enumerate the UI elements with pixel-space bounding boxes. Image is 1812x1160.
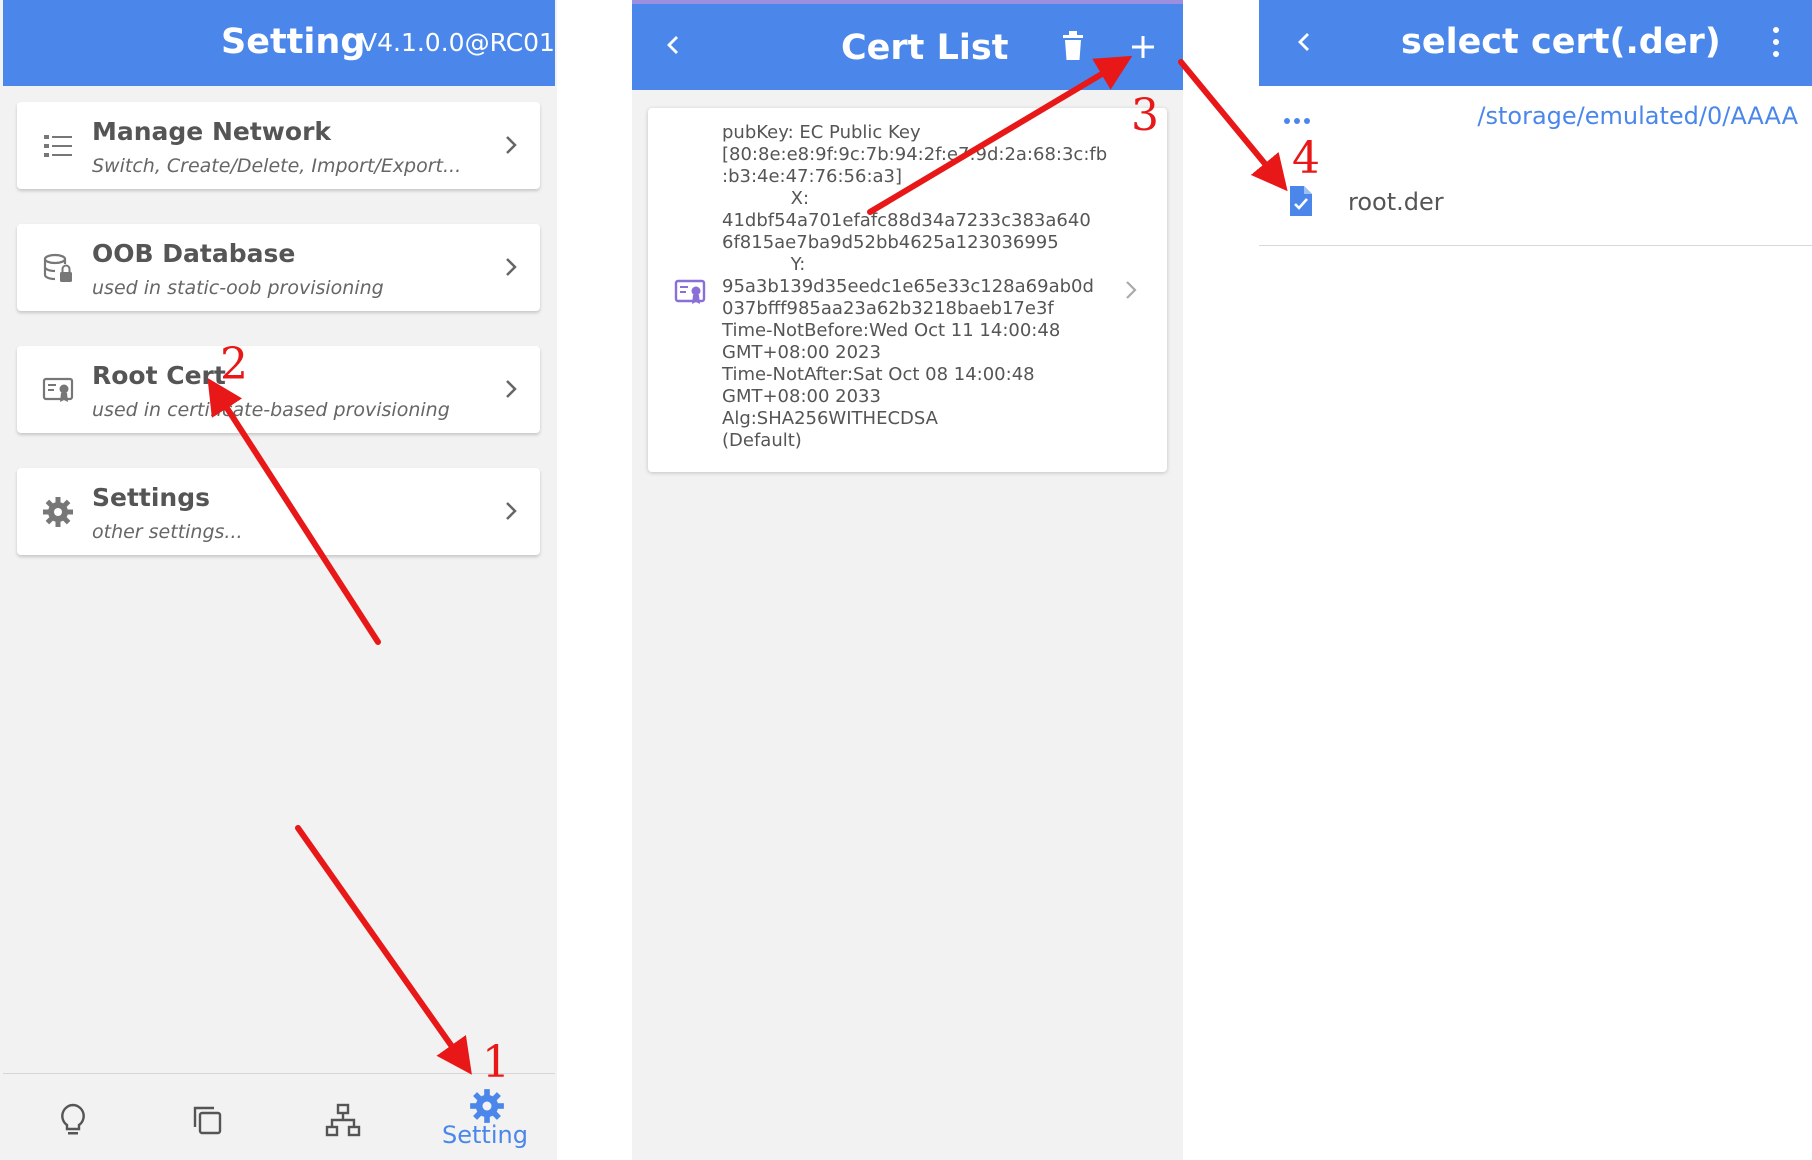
cert-detail-line: Time-NotAfter:Sat Oct 08 14:00:48 — [722, 364, 1035, 385]
step-3-label: 3 — [1131, 90, 1159, 141]
chevron-right-icon — [1126, 281, 1137, 299]
select-cert-screen: select cert(.der) /storage/emulated/0/AA… — [1259, 0, 1812, 1160]
menu-item-subtitle: used in certificate-based provisioning — [92, 399, 450, 421]
cert-detail-line: GMT+08:00 2033 — [722, 386, 881, 407]
file-check-icon — [1290, 186, 1312, 216]
cert-detail-line: Time-NotBefore:Wed Oct 11 14:00:48 — [722, 320, 1061, 341]
cert-list-item[interactable]: pubKey: EC Public Key [80:8e:e8:9f:9c:7b… — [648, 108, 1167, 472]
page-title: Cert List — [841, 28, 1009, 68]
cert-detail-line: 6f815ae7ba9d52bb4625a123036995 — [722, 232, 1059, 253]
step-1-label: 1 — [482, 1037, 510, 1088]
select-cert-app-bar: select cert(.der) — [1259, 0, 1812, 86]
setting-app-bar: Setting V4.1.0.0@RC01 — [3, 0, 555, 86]
chevron-right-icon — [506, 258, 517, 276]
cert-detail-line: GMT+08:00 2023 — [722, 342, 881, 363]
list-icon — [44, 135, 72, 157]
chevron-right-icon — [506, 380, 517, 398]
more-vertical-icon[interactable] — [1771, 26, 1781, 58]
page-title: select cert(.der) — [1401, 22, 1721, 62]
cert-detail-line: Alg:SHA256WITHECDSA — [722, 408, 938, 429]
cert-detail-line: pubKey: EC Public Key — [722, 122, 921, 143]
certificate-icon — [42, 377, 74, 402]
menu-item-subtitle: used in static-oob provisioning — [92, 277, 384, 299]
cert-detail-line: Y: — [722, 254, 806, 275]
delete-icon[interactable] — [1061, 31, 1085, 61]
cert-detail-line: 41dbf54a701efafc88d34a7233c383a640 — [722, 210, 1091, 231]
more-horizontal-icon[interactable] — [1283, 116, 1311, 126]
menu-item-subtitle: Switch, Create/Delete, Import/Export... — [92, 155, 462, 177]
menu-item-title: Manage Network — [92, 117, 332, 146]
add-icon[interactable] — [1130, 34, 1156, 60]
cert-detail-line: 95a3b139d35eedc1e65e33c128a69ab0d — [722, 276, 1094, 297]
step-2-label: 2 — [220, 339, 248, 390]
tab-setting-label[interactable]: Setting — [442, 1121, 528, 1149]
current-path: /storage/emulated/0/AAAA — [1477, 102, 1798, 130]
menu-item-settings[interactable]: Settings other settings... — [17, 468, 540, 555]
cert-detail-line: [80:8e:e8:9f:9c:7b:94:2f:e7:9d:2a:68:3c:… — [722, 144, 1108, 165]
network-icon[interactable] — [325, 1102, 361, 1138]
cert-detail-line: X: — [722, 188, 810, 209]
menu-item-subtitle: other settings... — [92, 521, 243, 543]
bottom-navigation: Setting — [3, 1073, 555, 1160]
cert-list-app-bar: Cert List — [632, 4, 1183, 90]
file-name: root.der — [1348, 188, 1444, 216]
menu-item-title: OOB Database — [92, 239, 296, 268]
menu-item-oob-database[interactable]: OOB Database used in static-oob provisio… — [17, 224, 540, 311]
chevron-right-icon — [506, 136, 517, 154]
cert-detail-line: (Default) — [722, 430, 802, 451]
menu-item-title: Settings — [92, 483, 211, 512]
menu-item-manage-network[interactable]: Manage Network Switch, Create/Delete, Im… — [17, 102, 540, 189]
gear-icon — [43, 497, 73, 527]
copy-icon[interactable] — [189, 1102, 225, 1138]
menu-item-root-cert[interactable]: Root Cert used in certificate-based prov… — [17, 346, 540, 433]
step-4-label: 4 — [1292, 133, 1320, 184]
cert-detail-line: :b3:4e:47:76:56:a3] — [722, 166, 903, 187]
gear-icon[interactable] — [469, 1088, 505, 1124]
back-icon[interactable] — [666, 34, 680, 56]
cert-detail-line: 037bfff985aa23a62b3218baeb17e3f — [722, 298, 1054, 319]
certificate-icon — [674, 279, 706, 304]
version-label: V4.1.0.0@RC01 — [360, 28, 555, 57]
lightbulb-icon[interactable] — [55, 1102, 91, 1138]
menu-item-title: Root Cert — [92, 361, 226, 390]
cert-list-screen: Cert List pubKey: EC Public Key [80:8e:e… — [632, 0, 1183, 1160]
chevron-right-icon — [506, 502, 517, 520]
page-title: Setting — [221, 22, 366, 62]
setting-screen: Setting V4.1.0.0@RC01 Manage Network Swi… — [0, 0, 557, 1160]
back-icon[interactable] — [1297, 31, 1311, 53]
database-lock-icon — [43, 253, 72, 282]
file-list-item[interactable]: root.der — [1259, 160, 1812, 246]
